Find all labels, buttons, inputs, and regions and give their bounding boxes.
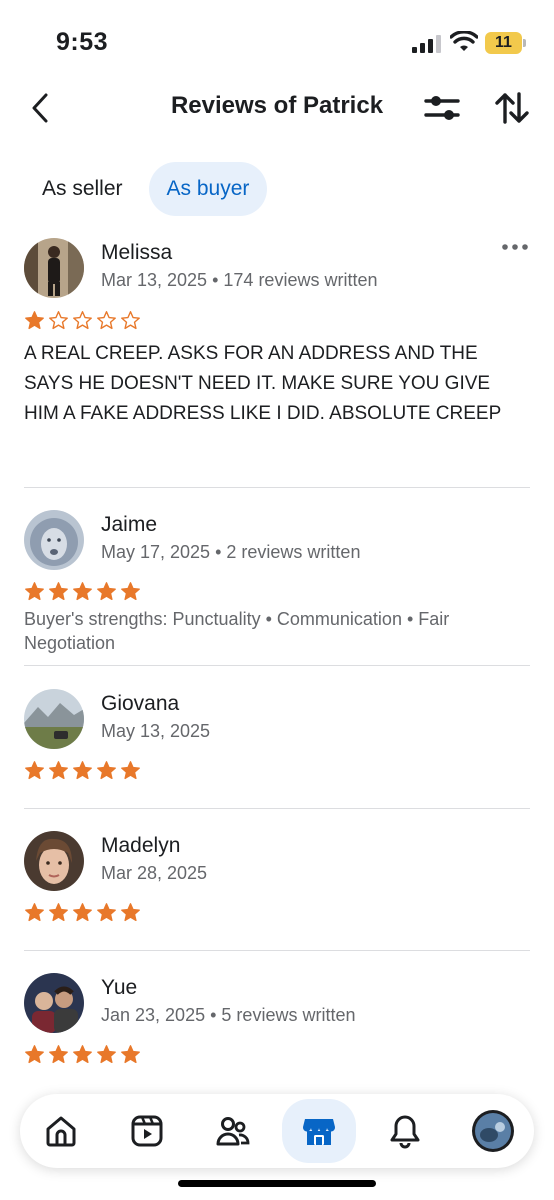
avatar[interactable]	[24, 973, 84, 1033]
bell-icon	[390, 1115, 420, 1149]
star-filled-icon	[25, 582, 44, 601]
nav-profile[interactable]	[466, 1104, 520, 1158]
divider	[24, 950, 530, 951]
star-filled-icon	[73, 903, 92, 922]
status-bar: 9:53 11	[0, 0, 554, 80]
reviews-written-count: 174 reviews written	[223, 270, 378, 290]
divider	[24, 808, 530, 809]
reviewer-name[interactable]: Yue	[101, 976, 137, 1000]
review-meta: May 13, 2025	[101, 721, 210, 742]
nav-friends[interactable]	[206, 1104, 260, 1158]
status-time: 9:53	[56, 28, 109, 56]
review-card: Yue Jan 23, 2025 • 5 reviews written	[24, 973, 530, 1073]
star-rating	[24, 581, 141, 602]
more-options-button[interactable]	[500, 238, 530, 256]
star-rating	[24, 760, 141, 781]
cellular-signal-icon	[412, 35, 441, 53]
tab-as-buyer[interactable]: As buyer	[148, 162, 268, 216]
divider	[24, 487, 530, 488]
avatar[interactable]	[24, 238, 84, 298]
star-filled-icon	[73, 1045, 92, 1064]
reviewer-name[interactable]: Melissa	[101, 241, 172, 265]
star-filled-icon	[121, 761, 140, 780]
review-date: May 13, 2025	[101, 721, 211, 741]
star-empty-icon	[49, 311, 68, 330]
profile-avatar	[472, 1110, 514, 1152]
nav-marketplace[interactable]	[282, 1099, 356, 1163]
strengths-label: Buyer's strengths:	[24, 609, 168, 629]
review-card: Jaime May 17, 2025 • 2 reviews written B…	[24, 510, 530, 666]
home-icon	[46, 1116, 76, 1147]
review-date: May 17, 2025	[101, 542, 211, 562]
tab-as-seller[interactable]: As seller	[24, 162, 141, 216]
review-date: Mar 13, 2025	[101, 270, 208, 290]
review-tabs: As seller As buyer	[24, 162, 268, 216]
strength-item: Communication	[276, 609, 402, 629]
star-empty-icon	[73, 311, 92, 330]
review-meta: Jan 23, 2025 • 5 reviews written	[101, 1005, 356, 1025]
battery-level: 11	[495, 34, 512, 51]
star-filled-icon	[121, 903, 140, 922]
star-filled-icon	[73, 761, 92, 780]
star-filled-icon	[121, 582, 140, 601]
sort-button[interactable]	[494, 90, 530, 126]
back-button[interactable]	[24, 90, 60, 126]
reviewer-name[interactable]: Madelyn	[101, 834, 180, 858]
page-title: Reviews of Patrick	[170, 92, 384, 119]
star-filled-icon	[97, 582, 116, 601]
marketplace-icon	[302, 1119, 336, 1145]
review-meta: Mar 13, 2025 • 174 reviews written	[101, 270, 378, 290]
star-filled-icon	[49, 761, 68, 780]
star-filled-icon	[121, 1045, 140, 1064]
review-card: Madelyn Mar 28, 2025	[24, 831, 530, 951]
star-filled-icon	[25, 903, 44, 922]
nav-notifications[interactable]	[378, 1104, 432, 1158]
nav-home[interactable]	[34, 1104, 88, 1158]
review-card: Giovana May 13, 2025	[24, 689, 530, 809]
filter-button[interactable]	[424, 92, 460, 124]
video-icon	[131, 1115, 163, 1147]
review-text: A REAL CREEP. ASKS FOR AN ADDRESS AND TH…	[24, 343, 502, 424]
buyer-strengths: Buyer's strengths: Punctuality • Communi…	[24, 609, 450, 653]
divider	[24, 665, 530, 666]
nav-video[interactable]	[120, 1104, 174, 1158]
reviews-written-count: 5 reviews written	[221, 1005, 356, 1025]
star-rating	[24, 310, 141, 331]
wifi-icon	[450, 31, 478, 51]
star-filled-icon	[49, 582, 68, 601]
battery-indicator: 11	[485, 32, 527, 54]
star-empty-icon	[97, 311, 116, 330]
review-meta: May 17, 2025 • 2 reviews written	[101, 542, 361, 562]
star-filled-icon	[97, 761, 116, 780]
avatar[interactable]	[24, 831, 84, 891]
star-rating	[24, 1044, 141, 1065]
review-date: Mar 28, 2025	[101, 863, 208, 883]
star-filled-icon	[25, 311, 44, 330]
review-meta: Mar 28, 2025	[101, 863, 207, 884]
review-date: Jan 23, 2025	[101, 1005, 206, 1025]
reviewer-name[interactable]: Jaime	[101, 513, 157, 537]
star-filled-icon	[25, 1045, 44, 1064]
strength-item: Punctuality	[172, 609, 261, 629]
star-filled-icon	[25, 761, 44, 780]
avatar[interactable]	[24, 689, 84, 749]
star-filled-icon	[49, 1045, 68, 1064]
reviews-written-count: 2 reviews written	[226, 542, 361, 562]
friends-icon	[216, 1117, 250, 1146]
star-filled-icon	[97, 903, 116, 922]
star-filled-icon	[97, 1045, 116, 1064]
review-card: Melissa Mar 13, 2025 • 174 reviews writt…	[24, 238, 530, 488]
header: Reviews of Patrick	[0, 80, 554, 136]
bottom-navigation	[20, 1094, 534, 1168]
star-filled-icon	[73, 582, 92, 601]
home-indicator	[178, 1180, 376, 1187]
star-rating	[24, 902, 141, 923]
reviewer-name[interactable]: Giovana	[101, 692, 179, 716]
avatar[interactable]	[24, 510, 84, 570]
star-empty-icon	[121, 311, 140, 330]
star-filled-icon	[49, 903, 68, 922]
